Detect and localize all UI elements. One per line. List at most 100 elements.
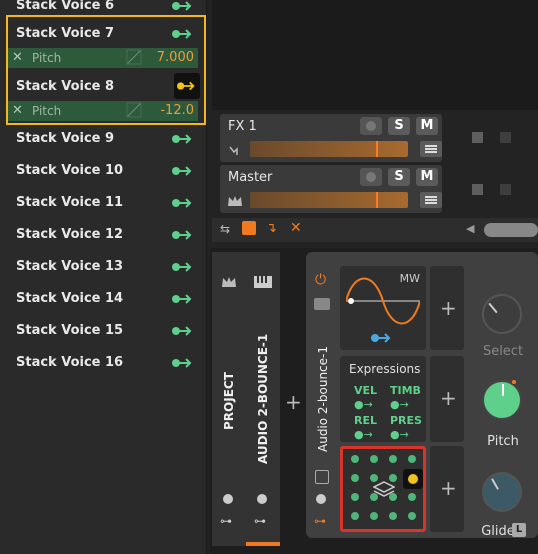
voice-row[interactable]: Stack Voice 11 [8,189,204,217]
voice-label: Stack Voice 11 [16,195,124,210]
route-icon[interactable]: ⊶ [220,514,232,528]
expr-rel: REL [354,414,377,427]
route-arrow-icon[interactable] [172,229,194,241]
route-arrow-icon[interactable] [172,0,194,12]
clock-icon[interactable] [223,494,233,504]
solo-button[interactable]: S [388,168,410,186]
route-arrow-icon[interactable] [370,332,394,344]
voice-stack-modulator[interactable] [340,446,426,532]
route-arrow-icon[interactable] [172,165,194,177]
voice-row[interactable]: Stack Voice 13 [8,253,204,281]
menu-button[interactable] [420,141,442,157]
master-track[interactable]: Master S M [220,165,442,213]
folder-icon[interactable] [314,298,330,310]
voice-row[interactable]: Stack Voice 16 [8,349,204,377]
volume-meter[interactable] [250,192,408,208]
voice-dot[interactable] [389,512,397,520]
fx-track[interactable]: FX 1 S M [220,114,442,162]
voice-dot[interactable] [408,512,416,520]
route-arrow-icon[interactable] [172,325,194,337]
voice-dot[interactable] [370,512,378,520]
voice-dot[interactable] [408,455,416,463]
add-device-button[interactable]: + [285,390,302,414]
route-arrow-icon[interactable]: ●→ [390,428,409,441]
swap-icon[interactable]: ⇆ [220,222,230,236]
voice-row[interactable]: Stack Voice 12 [8,221,204,249]
voice-dot[interactable] [370,455,378,463]
window-icon[interactable] [315,470,329,484]
instrument-device: ⏻ Audio 2-bounce-1 ⊶ MW + Expressions VE… [306,252,538,539]
voice-row[interactable]: Stack Voice 9 [8,125,204,153]
route-arrow-icon[interactable] [172,28,194,40]
crown-icon [228,196,242,206]
voice-dot[interactable] [351,493,359,501]
add-slot[interactable]: + [430,446,464,532]
add-slot[interactable]: + [430,356,464,442]
route-icon[interactable]: ⊶ [254,514,266,528]
route-arrow-icon[interactable] [172,197,194,209]
route-icon[interactable]: ⊶ [314,514,326,528]
voice-label: Stack Voice 7 [16,26,115,41]
track-column[interactable]: AUDIO 2-BOUNCE-1 ⊶ [246,252,280,546]
record-button[interactable] [360,168,382,186]
route-arrow-icon[interactable] [172,261,194,273]
pitch-modulation-row-7[interactable]: ✕ Pitch 7.000 [8,48,198,68]
pitch-modulation-row-8[interactable]: ✕ Pitch -12.0 [8,101,198,121]
route-arrow-icon[interactable]: ●→ [354,428,373,441]
voice-dot[interactable] [351,455,359,463]
select-knob[interactable] [482,294,522,334]
remove-icon[interactable]: ✕ [12,50,23,65]
route-arrow-icon[interactable]: ●→ [390,398,409,411]
layers-icon [373,481,395,497]
solo-button[interactable]: S [388,117,410,135]
mixer-toolbar: ⇆ ↴ ✕ ◀ [212,218,538,242]
project-column[interactable]: PROJECT ⊶ [212,252,246,546]
close-icon[interactable]: ✕ [290,220,302,236]
mute-button[interactable]: M [416,117,438,135]
return-icon[interactable]: ↴ [266,221,277,236]
voice-dot[interactable] [351,474,359,482]
pitch-value[interactable]: 7.000 [157,50,194,65]
voice-label: Stack Voice 8 [16,79,115,94]
add-slot[interactable]: + [430,266,464,350]
mute-button[interactable]: M [416,168,438,186]
route-arrow-icon[interactable] [172,357,194,369]
pitch-value[interactable]: -12.0 [160,103,194,118]
pitch-knob[interactable] [482,380,522,420]
voice-dot[interactable] [389,455,397,463]
expressions-modulator[interactable]: Expressions VEL TIMB REL PRES ●→ ●→ ●→ ●… [340,356,426,442]
pitch-label: Pitch [487,434,519,449]
route-arrow-icon[interactable] [172,133,194,145]
menu-button[interactable] [420,192,442,208]
list-view-icon[interactable] [242,221,256,235]
mixer-area [212,0,538,110]
crown-icon [222,277,236,287]
voice-dot[interactable] [351,512,359,520]
voice-row-8[interactable]: Stack Voice 8 [8,73,204,101]
voice-row[interactable]: Stack Voice 15 [8,317,204,345]
expr-vel: VEL [354,384,378,397]
clock-icon[interactable] [257,494,267,504]
remove-icon[interactable]: ✕ [12,103,23,118]
piano-icon [254,276,272,288]
glide-knob[interactable] [482,472,522,512]
active-voice-indicator[interactable] [403,469,423,489]
scroll-left-icon[interactable]: ◀ [466,222,474,235]
route-arrow-icon[interactable]: ●→ [354,398,373,411]
voice-label: Stack Voice 13 [16,259,124,274]
route-arrow-icon[interactable] [172,293,194,305]
glide-legato-badge[interactable]: L [512,523,526,537]
power-icon[interactable]: ⏻ [315,272,326,288]
record-button[interactable] [360,117,382,135]
diagonal-icon [126,102,142,118]
voice-dot[interactable] [408,493,416,501]
voice-row[interactable]: Stack Voice 10 [8,157,204,185]
horizontal-scrollbar[interactable] [484,223,538,237]
lfo-modulator[interactable]: MW [340,266,426,350]
voice-row[interactable]: Stack Voice 14 [8,285,204,313]
volume-meter[interactable] [250,141,408,157]
clock-icon[interactable] [316,494,326,504]
pitch-label: Pitch [32,104,62,118]
voice-row-7[interactable]: Stack Voice 7 [8,20,204,48]
route-button-active[interactable] [174,73,200,99]
